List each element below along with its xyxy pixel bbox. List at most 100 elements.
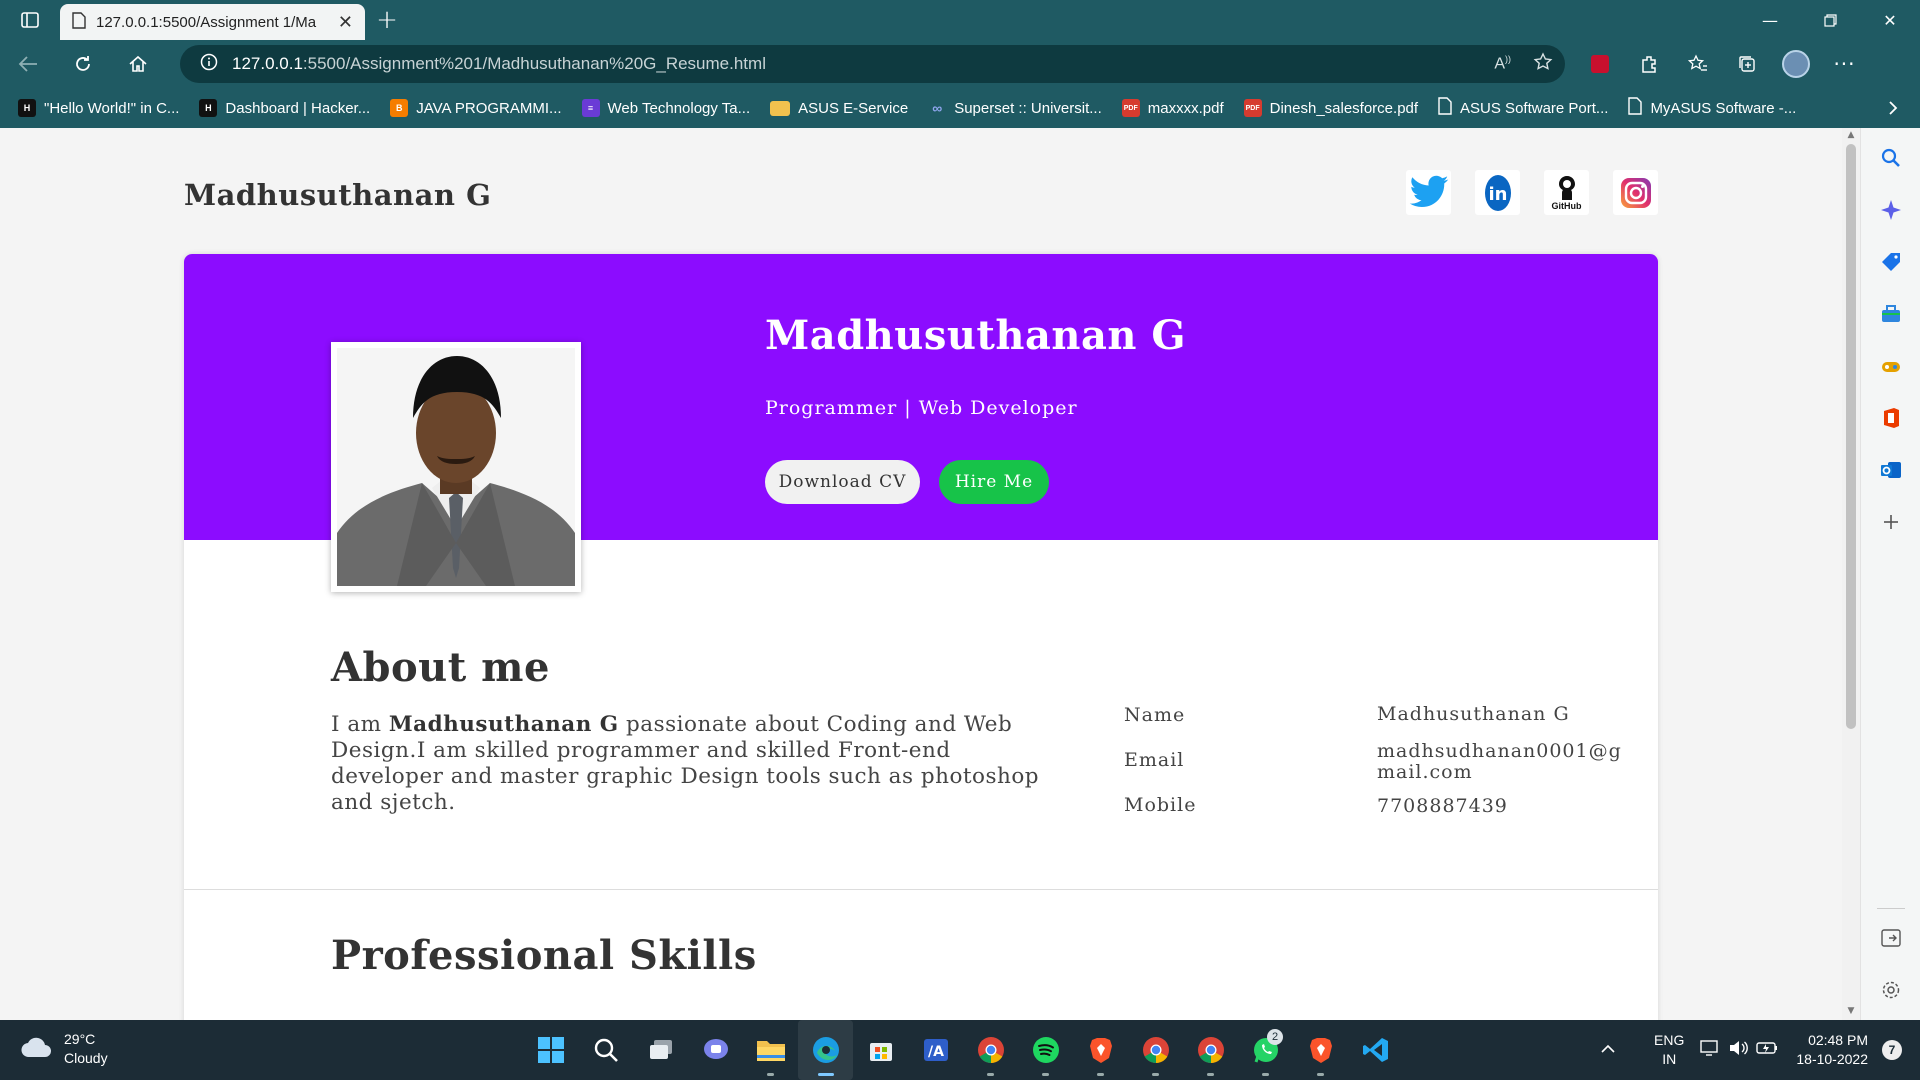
info-label: Email	[1124, 749, 1185, 771]
person-portrait-icon	[337, 348, 575, 586]
profile-avatar[interactable]	[1771, 40, 1820, 88]
close-tab-icon[interactable]: ✕	[338, 12, 353, 33]
instagram-icon[interactable]	[1613, 170, 1658, 215]
search-icon[interactable]	[578, 1020, 633, 1080]
scroll-thumb[interactable]	[1846, 144, 1856, 729]
hackerrank-icon: H	[18, 99, 36, 117]
windows-start-icon[interactable]	[523, 1020, 578, 1080]
tools-briefcase-icon[interactable]	[1879, 302, 1903, 326]
favorites-icon[interactable]	[1673, 40, 1722, 88]
scroll-up-arrow[interactable]: ▲	[1846, 130, 1856, 140]
task-view-icon[interactable]	[633, 1020, 688, 1080]
windows-taskbar: 29°C Cloudy /A 2 ENG IN 02:48 PM 18-10-2…	[0, 1020, 1920, 1080]
new-tab-button[interactable]: +	[365, 0, 409, 40]
temperature: 29°C	[64, 1031, 96, 1047]
download-cv-button[interactable]: Download CV	[765, 460, 920, 504]
office-icon[interactable]	[1879, 406, 1903, 430]
clock-date: 18-10-2022	[1796, 1051, 1868, 1067]
site-header: Madhusuthanan G in GitHub	[184, 168, 1658, 228]
store-icon[interactable]	[853, 1020, 908, 1080]
taskbar-apps: /A 2	[523, 1020, 1403, 1080]
read-aloud-icon[interactable]: A))	[1494, 54, 1511, 73]
bookmark-item[interactable]: ASUS E-Service	[770, 100, 908, 117]
browser-navbar: 127.0.0.1:5500/Assignment%201/Madhusutha…	[0, 40, 1920, 88]
bookmark-item[interactable]: PDF Dinesh_salesforce.pdf	[1243, 99, 1418, 117]
sidebar-divider	[1877, 908, 1905, 909]
chevron-right-icon[interactable]	[1888, 88, 1898, 128]
chrome-icon[interactable]	[1128, 1020, 1183, 1080]
bookmark-item[interactable]: ∞ Superset :: Universit...	[928, 99, 1102, 117]
address-bar[interactable]: 127.0.0.1:5500/Assignment%201/Madhusutha…	[180, 45, 1565, 83]
about-text: I am Madhusuthanan G passionate about Co…	[331, 712, 1040, 815]
bookmark-item[interactable]: PDF maxxxx.pdf	[1121, 99, 1224, 117]
twitter-icon[interactable]	[1406, 170, 1451, 215]
restore-button[interactable]	[1800, 0, 1860, 40]
bookmark-item[interactable]: B JAVA PROGRAMMI...	[390, 99, 562, 117]
extensions-icon[interactable]	[1624, 40, 1673, 88]
brave-icon[interactable]	[1293, 1020, 1348, 1080]
scroll-down-arrow[interactable]: ▼	[1846, 1006, 1856, 1016]
language-indicator[interactable]: ENG IN	[1654, 1031, 1684, 1069]
site-info-icon[interactable]	[200, 53, 218, 76]
hero-role: Programmer | Web Developer	[765, 397, 1078, 419]
brave-icon[interactable]	[1073, 1020, 1128, 1080]
github-icon[interactable]: GitHub	[1544, 170, 1589, 215]
chrome-icon[interactable]	[1183, 1020, 1238, 1080]
github-label: GitHub	[1551, 200, 1582, 211]
battery-icon[interactable]	[1756, 1041, 1778, 1060]
hackerrank-icon: H	[199, 99, 218, 117]
mcafee-extension-icon[interactable]	[1575, 40, 1624, 88]
shopping-tag-icon[interactable]	[1879, 250, 1903, 274]
chrome-icon[interactable]	[963, 1020, 1018, 1080]
notification-badge[interactable]: 7	[1882, 1040, 1902, 1060]
info-value[interactable]: madhsudhanan0001@gmail.com	[1377, 741, 1622, 783]
clock-time: 02:48 PM	[1808, 1032, 1868, 1048]
bookmark-item[interactable]: H "Hello World!" in C...	[18, 99, 179, 117]
linkedin-icon[interactable]: in	[1475, 170, 1520, 215]
whatsapp-icon[interactable]: 2	[1238, 1020, 1293, 1080]
network-icon[interactable]	[1700, 1039, 1720, 1062]
close-window-button[interactable]: ✕	[1860, 0, 1920, 40]
volume-icon[interactable]	[1728, 1039, 1749, 1062]
refresh-button[interactable]	[55, 40, 110, 88]
vscode-alt-icon[interactable]: /A	[908, 1020, 963, 1080]
back-button[interactable]	[0, 40, 55, 88]
cloud-icon	[20, 1035, 54, 1064]
discover-sparkle-icon[interactable]	[1879, 198, 1903, 222]
url-host: 127.0.0.1	[232, 54, 303, 73]
page-viewport: Madhusuthanan G in GitHub Madhusuthanan …	[0, 128, 1842, 1020]
search-icon[interactable]	[1879, 146, 1903, 170]
info-label: Name	[1124, 704, 1186, 726]
bookmark-item[interactable]: MyASUS Software -...	[1628, 97, 1796, 119]
clock[interactable]: 02:48 PM 18-10-2022	[1796, 1031, 1868, 1069]
tab-actions-icon[interactable]	[0, 0, 60, 40]
games-icon[interactable]	[1879, 354, 1903, 378]
whatsapp-badge: 2	[1267, 1029, 1283, 1045]
weather-widget[interactable]: 29°C Cloudy	[20, 1030, 108, 1068]
bookmark-item[interactable]: ≡ Web Technology Ta...	[581, 99, 750, 117]
page-scrollbar[interactable]: ▲ ▼	[1842, 128, 1860, 1020]
vscode-icon[interactable]	[1348, 1020, 1403, 1080]
bookmark-item[interactable]: ASUS Software Port...	[1438, 97, 1608, 119]
home-button[interactable]	[110, 40, 165, 88]
bookmark-item[interactable]: H Dashboard | Hacker...	[199, 99, 370, 117]
add-icon[interactable]	[1879, 510, 1903, 534]
teams-chat-icon[interactable]	[688, 1020, 743, 1080]
edge-sidebar	[1860, 128, 1920, 1020]
hire-me-button[interactable]: Hire Me	[939, 460, 1049, 504]
page-icon	[72, 11, 86, 33]
settings-gear-icon[interactable]	[1879, 978, 1903, 1002]
edge-icon[interactable]	[798, 1020, 853, 1080]
outlook-icon[interactable]	[1879, 458, 1903, 482]
hide-sidebar-icon[interactable]	[1879, 926, 1903, 950]
file-explorer-icon[interactable]	[743, 1020, 798, 1080]
browser-tab[interactable]: 127.0.0.1:5500/Assignment 1/Ma ✕	[60, 4, 365, 40]
minimize-button[interactable]: —	[1740, 0, 1800, 40]
spotify-icon[interactable]	[1018, 1020, 1073, 1080]
info-label: Mobile	[1124, 794, 1197, 816]
more-menu-icon[interactable]: ···	[1820, 40, 1869, 88]
site-logo[interactable]: Madhusuthanan G	[184, 178, 491, 212]
collections-icon[interactable]	[1722, 40, 1771, 88]
chevron-up-icon[interactable]	[1600, 1041, 1616, 1059]
favorite-star-icon[interactable]	[1533, 51, 1553, 77]
